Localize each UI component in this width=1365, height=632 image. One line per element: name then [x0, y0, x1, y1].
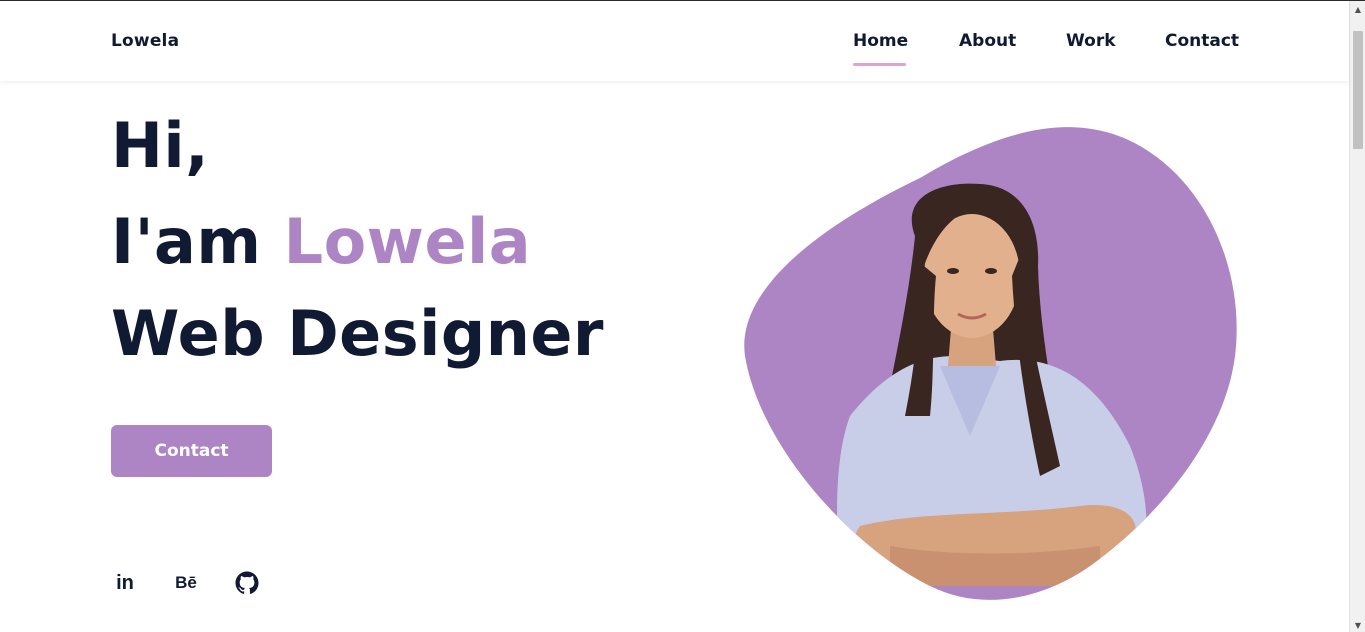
- nav-contact[interactable]: Contact: [1165, 31, 1239, 51]
- hero-intro-prefix: I'am: [111, 205, 284, 278]
- hero-intro: I'am Lowela: [111, 205, 531, 278]
- nav-work[interactable]: Work: [1066, 31, 1116, 51]
- linkedin-icon[interactable]: in: [111, 569, 139, 597]
- hero-portrait: [740, 116, 1240, 606]
- github-icon[interactable]: [233, 569, 261, 597]
- hero-role: Web Designer: [111, 297, 605, 370]
- nav-home[interactable]: Home: [853, 31, 908, 51]
- contact-button[interactable]: Contact: [111, 425, 272, 477]
- page-scrollbar[interactable]: ▲ ▼: [1349, 1, 1365, 632]
- scroll-thumb[interactable]: [1353, 31, 1363, 149]
- site-header: Lowela Home About Work Contact: [0, 1, 1349, 81]
- scroll-up-arrow-icon[interactable]: ▲: [1350, 1, 1365, 17]
- hero-name: Lowela: [283, 205, 532, 278]
- portrait-illustration: [744, 127, 1237, 600]
- hero-greeting: Hi,: [111, 109, 210, 182]
- site-logo[interactable]: Lowela: [111, 31, 179, 51]
- nav-active-indicator: [853, 63, 906, 66]
- behance-icon[interactable]: Bē: [172, 569, 200, 597]
- nav-about[interactable]: About: [959, 31, 1016, 51]
- scroll-down-arrow-icon[interactable]: ▼: [1350, 617, 1365, 632]
